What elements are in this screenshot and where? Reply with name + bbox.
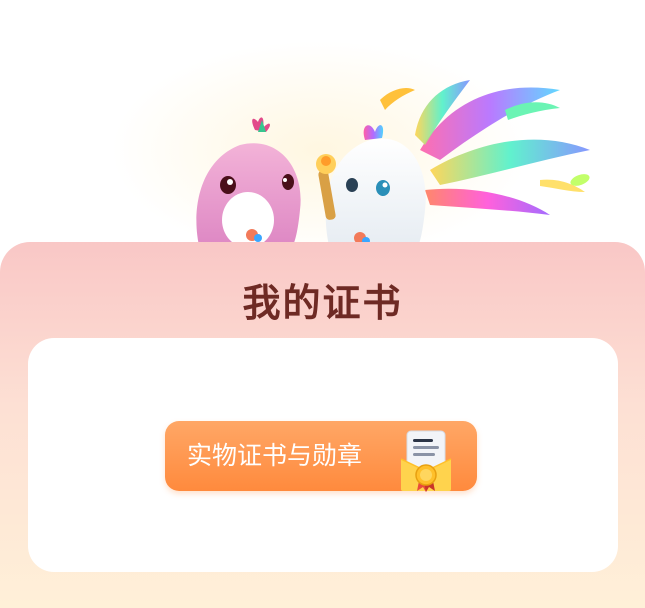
page-title: 我的证书 [242,281,403,325]
physical-certificate-button-label: 实物证书与勋章 [187,441,363,470]
certificate-page: 我的证书 实物证书与勋章 [0,0,645,608]
dolphin-mascots-illustration [196,80,590,250]
physical-certificate-button[interactable]: 实物证书与勋章 [165,421,477,492]
certificate-medal-icon [401,430,452,492]
